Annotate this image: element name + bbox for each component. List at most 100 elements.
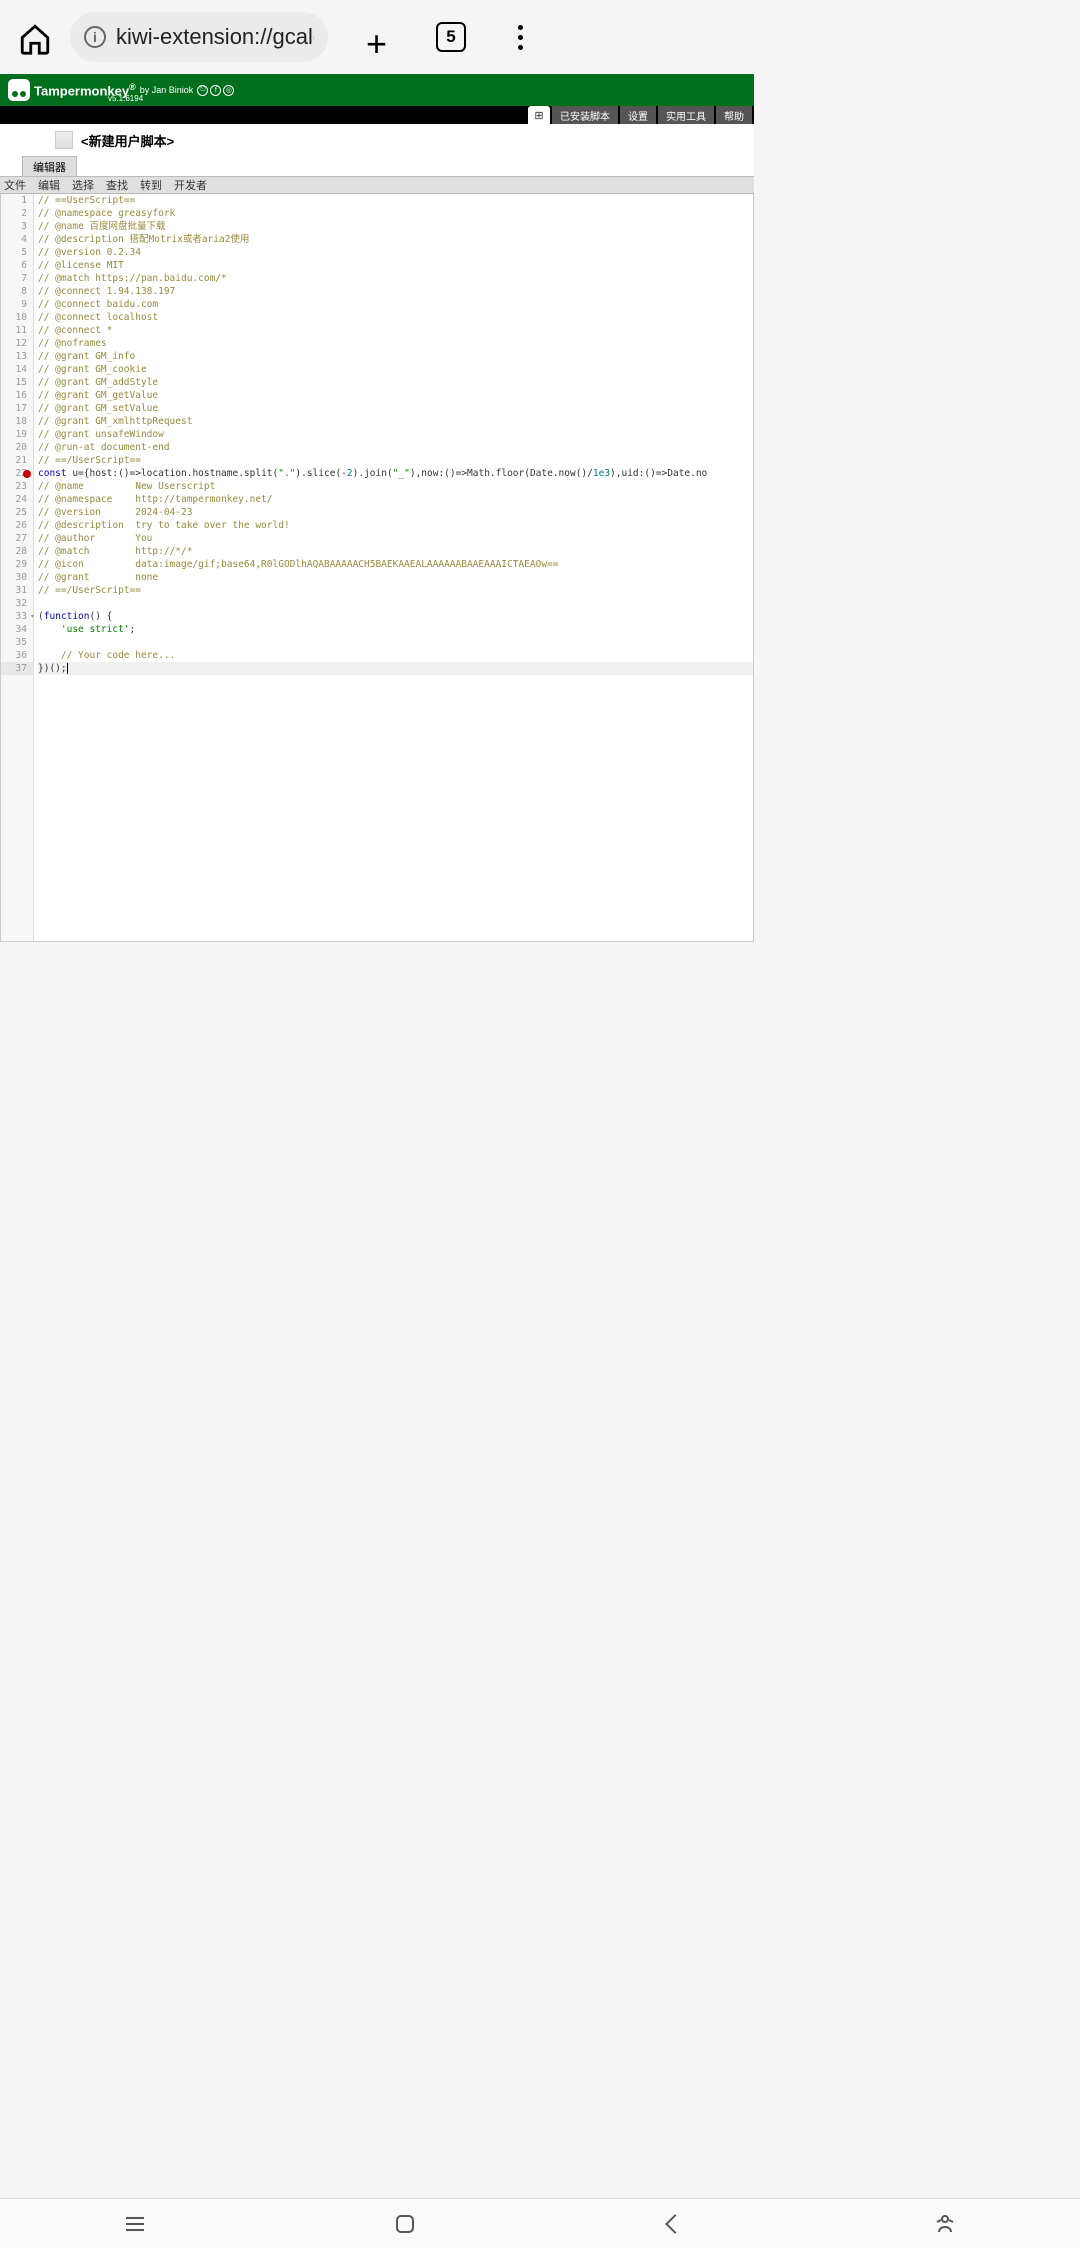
tab-editor[interactable]: 编辑器: [22, 156, 77, 176]
code-line[interactable]: // @match http://*/*: [38, 545, 753, 558]
code-line[interactable]: // Your code here...: [38, 649, 753, 662]
code-line[interactable]: // @match https://pan.baidu.com/*: [38, 272, 753, 285]
line-number: 18: [1, 415, 33, 428]
menu-goto[interactable]: 转到: [140, 177, 162, 193]
code-line[interactable]: // @version 0.2.34: [38, 246, 753, 259]
code-line[interactable]: // @grant GM_setValue: [38, 402, 753, 415]
url-bar[interactable]: i kiwi-extension://gcale: [70, 12, 328, 62]
line-number: 2: [1, 207, 33, 220]
line-number: 33: [1, 610, 33, 623]
url-text: kiwi-extension://gcale: [116, 24, 314, 50]
code-line[interactable]: // @license MIT: [38, 259, 753, 272]
line-gutter: 1234567891011121314151617181920212223242…: [1, 194, 34, 941]
app-author: by Jan Biniok: [140, 85, 194, 95]
code-line[interactable]: // @icon data:image/gif;base64,R0lGODlhA…: [38, 558, 753, 571]
line-number: 29: [1, 558, 33, 571]
assistant-button[interactable]: [933, 2212, 957, 2236]
code-line[interactable]: // @version 2024-04-23: [38, 506, 753, 519]
line-number: 23: [1, 480, 33, 493]
tab-settings[interactable]: 设置: [620, 106, 656, 124]
script-icon: [55, 131, 73, 149]
code-line[interactable]: // @noframes: [38, 337, 753, 350]
code-line[interactable]: // @grant none: [38, 571, 753, 584]
tab-help[interactable]: 帮助: [716, 106, 752, 124]
back-button[interactable]: [663, 2212, 687, 2236]
line-number: 7: [1, 272, 33, 285]
editor-tabs: 编辑器: [0, 156, 754, 176]
line-number: 12: [1, 337, 33, 350]
code-line[interactable]: (function() {: [38, 610, 753, 623]
line-number: 37: [1, 662, 33, 675]
code-line[interactable]: // @author You: [38, 532, 753, 545]
menu-file[interactable]: 文件: [4, 177, 26, 193]
code-area[interactable]: // ==UserScript==// @namespace greasyfor…: [34, 194, 753, 941]
line-number: 26: [1, 519, 33, 532]
home-button[interactable]: [393, 2212, 417, 2236]
line-number: 8: [1, 285, 33, 298]
line-number: 19: [1, 428, 33, 441]
code-line[interactable]: // @connect 1.94.138.197: [38, 285, 753, 298]
code-line[interactable]: // @namespace http://tampermonkey.net/: [38, 493, 753, 506]
code-line[interactable]: // @grant GM_cookie: [38, 363, 753, 376]
github-icon[interactable]: ⎋: [197, 85, 208, 96]
code-line[interactable]: // ==/UserScript==: [38, 584, 753, 597]
menu-select[interactable]: 选择: [72, 177, 94, 193]
code-line[interactable]: // @grant GM_getValue: [38, 389, 753, 402]
code-line[interactable]: // @grant GM_xmlhttpRequest: [38, 415, 753, 428]
line-number: 21: [1, 454, 33, 467]
social-links: ⎋ f ◎: [197, 85, 234, 96]
code-line[interactable]: // @grant GM_info: [38, 350, 753, 363]
code-line[interactable]: [38, 636, 753, 649]
code-line[interactable]: })();: [38, 662, 753, 675]
info-icon: i: [84, 26, 106, 48]
line-number: 32: [1, 597, 33, 610]
line-number: 16: [1, 389, 33, 402]
code-line[interactable]: // @grant unsafeWindow: [38, 428, 753, 441]
line-number: 30: [1, 571, 33, 584]
tampermonkey-logo: [8, 79, 30, 101]
code-line[interactable]: // @grant GM_addStyle: [38, 376, 753, 389]
line-number: 15: [1, 376, 33, 389]
line-number: 24: [1, 493, 33, 506]
line-number: 25: [1, 506, 33, 519]
browser-toolbar: i kiwi-extension://gcale 5: [0, 0, 754, 74]
app-version: v5.1.6194: [108, 94, 143, 103]
line-number: 4: [1, 233, 33, 246]
tab-utilities[interactable]: 实用工具: [658, 106, 714, 124]
code-line[interactable]: // ==UserScript==: [38, 194, 753, 207]
code-line[interactable]: // @description 搭配Motrix或者aria2使用: [38, 233, 753, 246]
recent-apps-button[interactable]: [123, 2212, 147, 2236]
home-icon[interactable]: [18, 22, 52, 52]
code-line[interactable]: // @name 百度网盘批量下载: [38, 220, 753, 233]
add-script-tab[interactable]: ⊞: [528, 106, 550, 124]
instagram-icon[interactable]: ◎: [223, 85, 234, 96]
code-line[interactable]: // @run-at document-end: [38, 441, 753, 454]
line-number: 36: [1, 649, 33, 662]
tab-installed-scripts[interactable]: 已安装脚本: [552, 106, 618, 124]
code-line[interactable]: // @connect localhost: [38, 311, 753, 324]
code-line[interactable]: // ==/UserScript==: [38, 454, 753, 467]
line-number: 20: [1, 441, 33, 454]
line-number: 17: [1, 402, 33, 415]
tab-switcher-button[interactable]: 5: [436, 22, 466, 52]
line-number: 27: [1, 532, 33, 545]
code-line[interactable]: // @name New Userscript: [38, 480, 753, 493]
menu-icon[interactable]: [508, 25, 532, 50]
menu-developer[interactable]: 开发者: [174, 177, 207, 193]
code-line[interactable]: // @namespace greasyfork: [38, 207, 753, 220]
script-title: <新建用户脚本>: [81, 131, 174, 150]
code-editor[interactable]: 1234567891011121314151617181920212223242…: [0, 194, 754, 942]
line-number: 13: [1, 350, 33, 363]
code-line[interactable]: const u={host:()=>location.hostname.spli…: [38, 467, 753, 480]
code-line[interactable]: 'use strict';: [38, 623, 753, 636]
code-line[interactable]: // @description try to take over the wor…: [38, 519, 753, 532]
facebook-icon[interactable]: f: [210, 85, 221, 96]
code-line[interactable]: [38, 597, 753, 610]
line-number: 9: [1, 298, 33, 311]
menu-edit[interactable]: 编辑: [38, 177, 60, 193]
menu-find[interactable]: 查找: [106, 177, 128, 193]
new-tab-button[interactable]: [366, 23, 394, 51]
code-line[interactable]: // @connect baidu.com: [38, 298, 753, 311]
line-number: 3: [1, 220, 33, 233]
code-line[interactable]: // @connect *: [38, 324, 753, 337]
